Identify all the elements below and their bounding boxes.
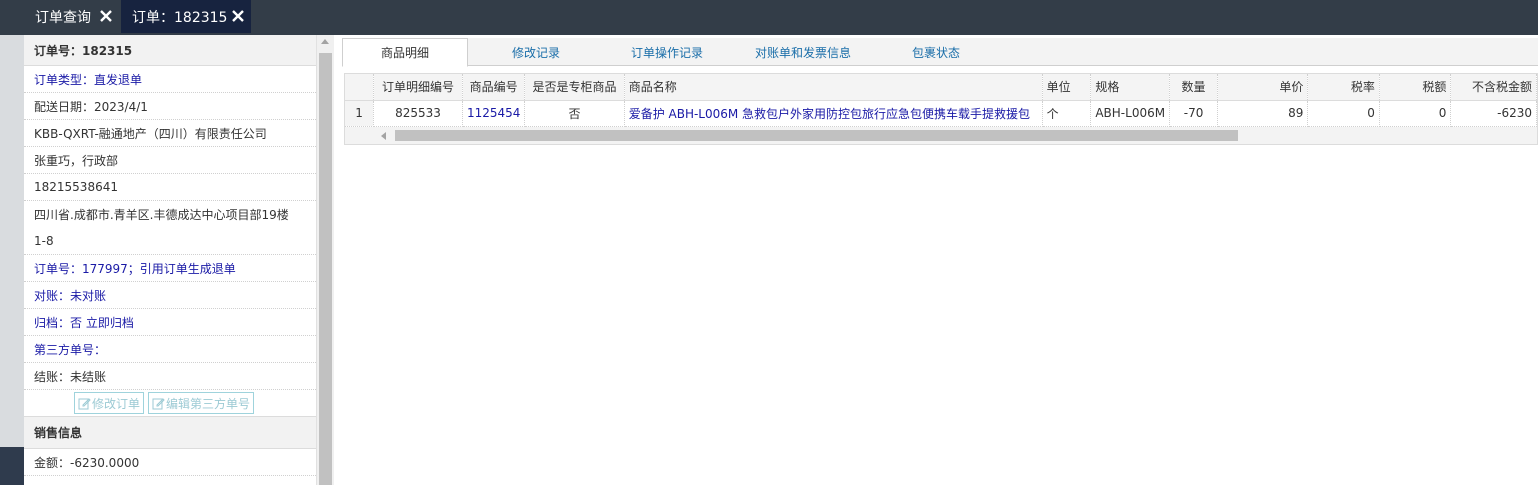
scrollbar-thumb[interactable] xyxy=(319,53,332,485)
contact-person: 张重巧，行政部 xyxy=(24,147,316,174)
close-icon[interactable] xyxy=(229,7,247,25)
info-panel-scrollbar[interactable] xyxy=(317,35,334,485)
product-name-link[interactable]: 爱备护 ABH-L006M 急救包户外家用防控包旅行应急包便携车载手提救援包 xyxy=(624,100,1043,127)
settlement-status: 结账：未结账 xyxy=(24,363,316,390)
scroll-up-icon[interactable] xyxy=(321,39,329,44)
scroll-left-icon[interactable] xyxy=(381,132,386,140)
spec-cell: ABH-L006M xyxy=(1090,100,1171,127)
address-line2: 1-8 xyxy=(24,228,316,255)
column-header[interactable]: 税率 xyxy=(1307,74,1380,101)
order-info-panel: 订单号：182315 订单类型： 直发退单 配送日期：2023/4/1 KBB-… xyxy=(24,35,317,485)
column-header[interactable]: 商品编号 xyxy=(462,74,526,101)
tab-package-status[interactable]: 包裹状态 xyxy=(878,38,994,66)
column-header[interactable]: 税额 xyxy=(1379,74,1452,101)
tab-statement-invoice[interactable]: 对账单和发票信息 xyxy=(738,38,868,66)
tax-rate-cell: 0 xyxy=(1307,100,1380,127)
edit-third-party-button[interactable]: 编辑第三方单号 xyxy=(148,392,255,414)
detail-area: 商品明细 修改记录 订单操作记录 对账单和发票信息 包裹状态 订单明细编号 商品… xyxy=(334,35,1538,485)
archive-label: 归档： xyxy=(34,315,71,330)
tab-product-details[interactable]: 商品明细 xyxy=(342,38,468,67)
tab-order-query[interactable]: 订单查询 xyxy=(24,0,119,33)
column-header[interactable]: 商品名称 xyxy=(624,74,1043,101)
quantity-cell: -70 xyxy=(1169,100,1219,127)
scrollbar-thumb[interactable] xyxy=(395,130,1238,141)
reconcile-status: 对账：未对账 xyxy=(24,282,316,309)
order-type: 订单类型： 直发退单 xyxy=(24,66,316,93)
column-header[interactable]: 规格 xyxy=(1090,74,1171,101)
top-tab-bar: 订单查询 订单：182315 xyxy=(0,0,1538,35)
row-number: 1 xyxy=(345,100,375,127)
product-grid: 订单明细编号 商品编号 是否是专柜商品 商品名称 单位 规格 数量 单价 税率 … xyxy=(344,73,1538,145)
phone-number: 18215538641 xyxy=(24,174,316,201)
edit-icon xyxy=(78,397,91,409)
close-icon[interactable] xyxy=(97,7,115,25)
column-header[interactable]: 单位 xyxy=(1042,74,1092,101)
third-party-number: 第三方单号： xyxy=(24,336,316,363)
tab-modification-log[interactable]: 修改记录 xyxy=(480,38,592,66)
delivery-date: 配送日期：2023/4/1 xyxy=(24,93,316,120)
product-table: 订单明细编号 商品编号 是否是专柜商品 商品名称 单位 规格 数量 单价 税率 … xyxy=(345,74,1537,127)
info-actions: 修改订单 编辑第三方单号 xyxy=(24,390,316,417)
tab-label: 订单查询 xyxy=(35,9,91,26)
net-amount-cell: -6230 xyxy=(1450,100,1537,127)
address-line1: 四川省.成都市.青羊区.丰德成达中心项目部19楼 xyxy=(34,208,289,222)
order-type-label: 订单类型： xyxy=(34,72,95,87)
table-header-row: 订单明细编号 商品编号 是否是专柜商品 商品名称 单位 规格 数量 单价 税率 … xyxy=(345,74,1537,101)
detail-id-cell: 825533 xyxy=(373,100,463,127)
column-header[interactable]: 不含税金额 xyxy=(1450,74,1537,101)
order-number-header: 订单号：182315 xyxy=(24,35,316,66)
sidebar-strip-dark xyxy=(0,447,24,485)
archive-status: 归档： 否 立即归档 xyxy=(24,309,316,336)
order-type-value: 直发退单 xyxy=(94,72,143,87)
product-id-link[interactable]: 1125454 xyxy=(462,100,526,127)
column-header[interactable]: 订单明细编号 xyxy=(373,74,463,101)
company-name: KBB-QXRT-融通地产（四川）有限责任公司 xyxy=(24,120,316,147)
tab-label: 订单：182315 xyxy=(132,9,228,26)
counter-product-cell: 否 xyxy=(524,100,625,127)
edit-order-label: 修改订单 xyxy=(92,396,141,411)
column-header xyxy=(345,74,375,101)
unit-cell: 个 xyxy=(1042,100,1092,127)
unit-price-cell: 89 xyxy=(1217,100,1309,127)
archive-now-link[interactable]: 否 立即归档 xyxy=(70,314,134,331)
grid-horizontal-scrollbar[interactable] xyxy=(345,127,1537,144)
reference-order: 订单号：177997；引用订单生成退单 xyxy=(24,255,316,282)
left-sidebar-strip xyxy=(0,35,24,485)
tax-amount-cell: 0 xyxy=(1379,100,1452,127)
column-header[interactable]: 数量 xyxy=(1169,74,1219,101)
sales-amount: 金额：-6230.0000 xyxy=(24,449,316,476)
detail-tabs: 商品明细 修改记录 订单操作记录 对账单和发票信息 包裹状态 xyxy=(342,38,1538,67)
column-header[interactable]: 单价 xyxy=(1217,74,1309,101)
table-row[interactable]: 1 825533 1125454 否 爱备护 ABH-L006M 急救包户外家用… xyxy=(345,100,1537,127)
column-header[interactable]: 是否是专柜商品 xyxy=(524,74,625,101)
tab-order-182315[interactable]: 订单：182315 xyxy=(121,0,251,33)
edit-order-button[interactable]: 修改订单 xyxy=(74,392,145,414)
tab-operation-log[interactable]: 订单操作记录 xyxy=(604,38,730,66)
edit-third-party-label: 编辑第三方单号 xyxy=(166,396,251,411)
edit-icon xyxy=(152,397,165,409)
sales-info-header: 销售信息 xyxy=(24,417,316,449)
